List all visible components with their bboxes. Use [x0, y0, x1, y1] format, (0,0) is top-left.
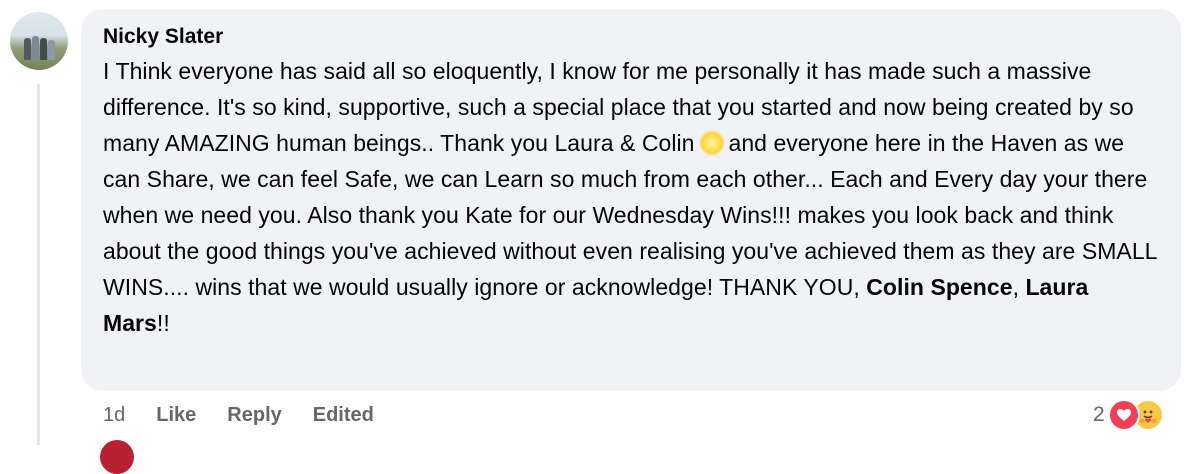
comment-actions: 1d Like Reply Edited	[103, 401, 405, 429]
heart-icon	[1107, 399, 1140, 431]
thread-line	[37, 84, 40, 445]
mention-colin-spence[interactable]: Colin Spence	[866, 274, 1012, 300]
avatar[interactable]	[10, 12, 68, 70]
edited-label[interactable]: Edited	[313, 401, 374, 429]
timestamp-link[interactable]: 1d	[103, 401, 125, 429]
reaction-count: 2	[1093, 403, 1105, 426]
reply-avatar[interactable]	[100, 440, 134, 474]
comment-bubble: Nicky Slater I Think everyone has said a…	[81, 9, 1181, 391]
like-button[interactable]: Like	[156, 401, 196, 429]
sparkle-emoji-icon	[699, 130, 726, 156]
comment-text: I Think everyone has said all so eloquen…	[103, 53, 1161, 341]
comment-text-separator: ,	[1012, 274, 1026, 300]
reactions-summary[interactable]: 2	[1093, 398, 1164, 432]
comment-author[interactable]: Nicky Slater	[103, 23, 223, 51]
reply-button[interactable]: Reply	[227, 401, 281, 429]
comment-text-end: !!	[156, 310, 170, 336]
